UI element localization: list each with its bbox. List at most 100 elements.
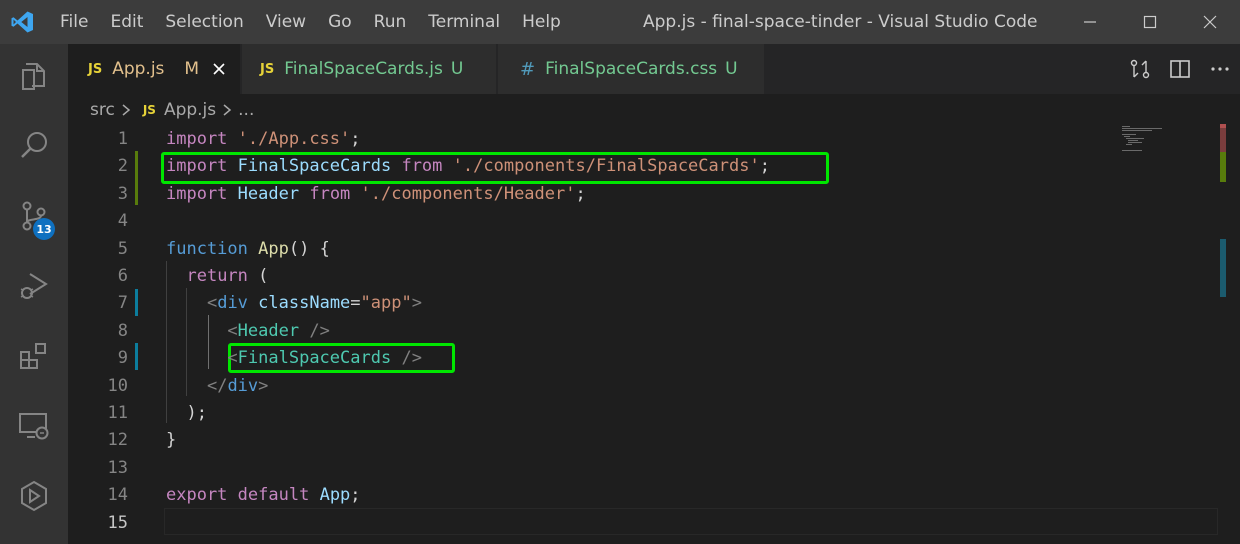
breadcrumb-more[interactable]: ... [238,100,254,120]
code-token: './App.css' [237,129,351,149]
scrollbar[interactable] [1218,124,1226,544]
activity-bar: 13 [0,44,68,544]
run-button[interactable] [0,466,68,526]
code-token: FinalSpaceCards [237,156,392,177]
code-token: ); [166,403,207,423]
code-line: } [166,427,176,454]
breadcrumb: src JS App.js ... [90,96,254,124]
code-editor[interactable]: 1 2 3 4 5 6 7 8 9 10 11 12 13 14 15 import './App.css';… [68,124,1218,544]
line-number: 8 [117,320,128,341]
line-number: 13 [107,457,128,478]
js-file-icon: JS [142,103,156,117]
menu-selection[interactable]: Selection [154,0,254,44]
line-number: 6 [117,266,128,286]
code-token: () { [288,238,330,259]
code-token: div [227,375,259,396]
menu-file[interactable]: File [60,0,99,44]
tab-label: FinalSpaceCards.js [284,59,443,79]
compare-changes-icon [1130,59,1150,79]
current-line-highlight [164,508,1218,535]
explorer-icon [22,63,45,90]
source-control-button[interactable] [0,186,68,246]
menu-run[interactable]: Run [363,0,418,44]
code-line: <div className="app"> [166,290,422,317]
minimap[interactable] [1120,124,1220,164]
maximize-icon [1143,15,1157,29]
menu-view[interactable]: View [255,0,317,44]
code-token: FinalSpaceCards [237,348,392,369]
source-control-badge: 13 [33,218,55,240]
line-number: 12 [107,430,128,451]
code-token: App [319,485,351,506]
code-token: export [166,485,228,506]
tab-label: App.js [112,59,165,79]
code-line: return ( [166,263,268,290]
extensions-button[interactable] [0,326,68,386]
code-token: } [166,430,177,451]
code-token: /> [401,348,422,369]
line-number: 11 [107,403,128,423]
minimize-button[interactable] [1060,0,1120,44]
git-modified-marker [135,289,138,316]
minimize-icon [1084,21,1096,23]
remote-explorer-button[interactable] [0,396,68,456]
git-modified-marker [135,343,138,370]
code-token: < [227,320,238,341]
code-token: </ [206,375,228,396]
code-token: > [411,293,422,314]
menu-terminal[interactable]: Terminal [417,0,511,44]
code-token: ; [575,183,586,204]
code-token: import [166,183,228,204]
explorer-button[interactable] [0,46,68,106]
code-line: export default App; [166,482,361,509]
tab-app-js[interactable]: JS App.js M [68,44,241,94]
git-added-marker [135,151,138,205]
maximize-button[interactable] [1120,0,1180,44]
compare-changes-button[interactable] [1120,44,1160,94]
line-number: 14 [107,485,128,506]
code-token: > [258,375,269,396]
split-editor-icon [1170,60,1190,78]
split-editor-button[interactable] [1160,44,1200,94]
menu-go[interactable]: Go [317,0,363,44]
chevron-right-icon [223,104,232,116]
code-line: </div> [166,373,268,400]
tab-finalspacecards-css[interactable]: # FinalSpaceCards.css U [498,44,765,94]
modified-indicator: M [184,59,200,79]
code-token: './components/FinalSpaceCards' [452,156,760,177]
close-tab-button[interactable] [211,61,227,77]
untracked-indicator: U [725,59,738,79]
search-icon [21,132,47,158]
extensions-icon [20,343,46,369]
run-debug-button[interactable] [0,256,68,316]
more-actions-button[interactable] [1200,44,1240,94]
line-number: 10 [107,375,128,396]
code-line: ); [166,400,207,427]
breadcrumb-file[interactable]: App.js [164,100,216,120]
line-number: 9 [117,348,128,369]
menu-edit[interactable]: Edit [99,0,154,44]
breadcrumb-folder[interactable]: src [90,100,115,120]
line-number: 5 [117,238,128,259]
code-token: from [309,183,351,204]
search-button[interactable] [0,116,68,176]
close-window-button[interactable] [1180,0,1240,44]
code-token: < [227,348,238,369]
code-line: function App() { [166,236,330,263]
code-token: /> [309,320,330,341]
tab-finalspacecards-js[interactable]: JS FinalSpaceCards.js U [242,44,497,94]
close-icon [213,63,225,75]
css-file-icon: # [520,58,536,80]
code-line: import './App.css'; [166,126,361,153]
